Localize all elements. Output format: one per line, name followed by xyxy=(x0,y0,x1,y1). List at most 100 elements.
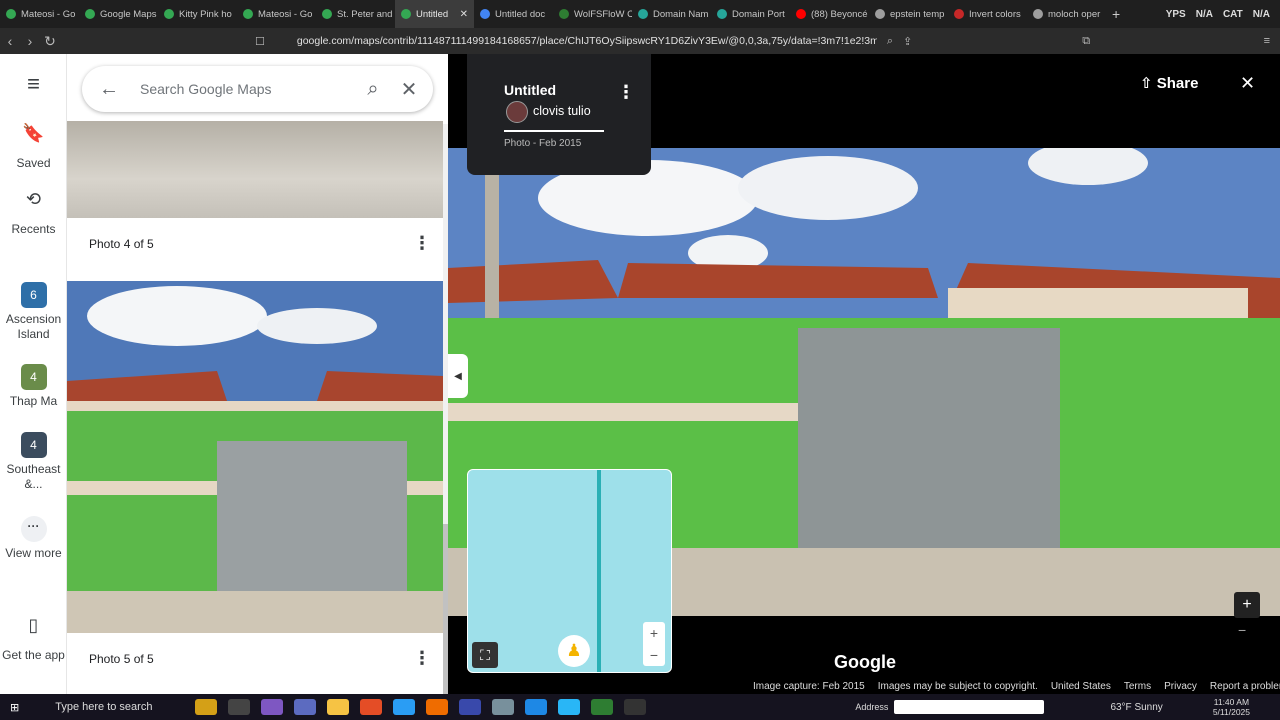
new-tab-icon[interactable]: + xyxy=(1112,6,1132,22)
back-arrow-icon[interactable]: ← xyxy=(96,78,122,101)
rail-get-app[interactable]: ▯ Get the app xyxy=(0,616,67,663)
photo-info-card: Untitled ⋮ clovis tulio Photo - Feb 2015 xyxy=(467,54,651,175)
footer-privacy[interactable]: Privacy xyxy=(1164,681,1197,692)
address-input[interactable] xyxy=(894,700,1045,714)
forward-icon[interactable]: › xyxy=(20,33,40,49)
avatar[interactable] xyxy=(506,101,528,123)
url-field[interactable]: google.com/maps/contrib/1114871114991841… xyxy=(297,35,877,47)
favicon-icon xyxy=(954,9,964,19)
divider xyxy=(504,130,604,132)
task-view-icon[interactable] xyxy=(228,699,251,715)
favicon-icon xyxy=(322,9,332,19)
tab-label: WolFSFloW C xyxy=(574,8,632,20)
search-input[interactable]: Search Google Maps xyxy=(140,81,330,97)
menu-icon[interactable]: ≡ xyxy=(0,73,67,95)
more-options-icon[interactable]: ⋮ xyxy=(617,82,635,103)
address-toolbar: Address xyxy=(855,700,1045,714)
more-options-icon[interactable]: ⋮ xyxy=(413,648,431,669)
more-options-icon[interactable]: ⋮ xyxy=(413,233,431,254)
nav-rail: ≡ 🔖 Saved ⟲ Recents 6 Ascension Island 4 Tha… xyxy=(0,54,67,694)
collapse-panel-button[interactable]: ◀ xyxy=(448,354,468,398)
mini-map[interactable]: ⛶ ♟ + − xyxy=(467,469,672,673)
footer-terms[interactable]: Terms xyxy=(1124,681,1151,692)
app-icon[interactable] xyxy=(261,699,284,715)
footer-country[interactable]: United States xyxy=(1051,681,1111,692)
app-icon[interactable] xyxy=(624,699,647,715)
app-icon[interactable] xyxy=(591,699,614,715)
favicon-icon xyxy=(401,9,411,19)
search-icon[interactable]: ⌕ xyxy=(360,78,386,101)
taskbar-search[interactable]: Type here to search xyxy=(55,701,195,713)
extensions-icon[interactable]: ⧉ xyxy=(1082,35,1090,48)
browser-tab[interactable]: moloch oper xyxy=(1027,0,1106,28)
extension-badge[interactable]: N/A xyxy=(1196,9,1213,20)
share-button[interactable]: ⇧ Share xyxy=(1140,74,1198,92)
app-icon[interactable] xyxy=(294,699,317,715)
extension-badge[interactable]: YPS xyxy=(1166,9,1186,20)
tab-label: Untitled xyxy=(416,8,449,20)
share-icon[interactable]: ⇪ xyxy=(903,35,912,48)
app-icon[interactable] xyxy=(459,699,482,715)
browser-tab[interactable]: Untitled doc xyxy=(474,0,553,28)
app-icon[interactable] xyxy=(426,699,449,715)
browser-tab[interactable]: St. Peter and xyxy=(316,0,395,28)
app-icon[interactable] xyxy=(195,699,218,715)
browser-tab[interactable]: Google Maps xyxy=(79,0,158,28)
bookmark-icon[interactable]: ☐ xyxy=(255,35,265,48)
zoom-icon[interactable]: ⌕ xyxy=(887,35,893,48)
telegram-icon[interactable] xyxy=(558,699,581,715)
browser-tab[interactable]: Untitled ✕ xyxy=(395,0,474,28)
list-thumbnail: 4 xyxy=(20,432,47,458)
browser-tab[interactable]: Kitty Pink ho xyxy=(158,0,237,28)
favicon-icon xyxy=(1033,9,1043,19)
fullscreen-icon[interactable]: ⛶ xyxy=(472,642,498,668)
app-icon[interactable] xyxy=(492,699,515,715)
browser-tab[interactable]: Invert colors xyxy=(948,0,1027,28)
file-explorer-icon[interactable] xyxy=(327,699,350,715)
address-label: Address xyxy=(855,702,889,712)
rail-ascension-island[interactable]: 6 Ascension Island xyxy=(0,282,67,342)
close-icon[interactable]: ✕ xyxy=(1240,73,1255,94)
app-icon[interactable] xyxy=(525,699,548,715)
weather-widget[interactable]: 63°F Sunny xyxy=(1110,702,1162,713)
extension-badge[interactable]: N/A xyxy=(1253,9,1270,20)
menu-icon[interactable]: ≡ xyxy=(1264,35,1270,47)
windows-icon[interactable]: ⊞ xyxy=(10,701,19,714)
road-line xyxy=(597,470,601,672)
zoom-control[interactable]: + − xyxy=(643,622,665,666)
browser-tab[interactable]: Mateosi - Go xyxy=(0,0,79,28)
close-icon[interactable]: ✕ xyxy=(396,77,422,102)
favicon-icon xyxy=(164,9,174,19)
photo-thumbnail[interactable] xyxy=(67,121,443,218)
browser-tab[interactable]: WolFSFloW C xyxy=(553,0,632,28)
tab-label: Untitled doc xyxy=(495,8,546,20)
rail-recents[interactable]: ⟲ Recents xyxy=(0,190,67,237)
contributor-name[interactable]: clovis tulio xyxy=(533,104,591,118)
browser-tab[interactable]: Domain Nam xyxy=(632,0,711,28)
favicon-icon xyxy=(717,9,727,19)
footer-copyright: Images may be subject to copyright. xyxy=(877,681,1038,692)
reload-icon[interactable]: ↻ xyxy=(40,33,60,50)
browser-tab[interactable]: epstein temp xyxy=(869,0,948,28)
back-icon[interactable]: ‹ xyxy=(0,33,20,49)
rail-view-more[interactable]: ··· View more xyxy=(0,516,67,561)
pegman-icon[interactable]: ♟ xyxy=(558,635,590,667)
rail-thap-ma[interactable]: 4 Thap Ma xyxy=(0,364,67,409)
brave-icon[interactable] xyxy=(360,699,383,715)
rail-southeast[interactable]: 4 Southeast &... xyxy=(0,432,67,492)
extension-badge[interactable]: CAT xyxy=(1223,9,1243,20)
app-icon[interactable] xyxy=(393,699,416,715)
clock[interactable]: 11:40 AM 5/11/2025 xyxy=(1213,697,1250,717)
favicon-icon xyxy=(796,9,806,19)
close-tab-icon[interactable]: ✕ xyxy=(460,9,468,20)
tab-strip: Mateosi - Go Google Maps Kitty Pink ho Mate… xyxy=(0,0,1280,28)
rail-saved[interactable]: 🔖 Saved xyxy=(0,124,67,171)
more-icon: ··· xyxy=(20,516,47,542)
footer-report[interactable]: Report a problem xyxy=(1210,681,1280,692)
zoom-in-button[interactable]: + xyxy=(1234,592,1260,618)
zoom-out-button[interactable]: − xyxy=(1238,622,1246,638)
photo-thumbnail[interactable] xyxy=(67,281,443,633)
browser-tab[interactable]: Mateosi - Go xyxy=(237,0,316,28)
browser-tab[interactable]: Domain Port xyxy=(711,0,790,28)
browser-tab[interactable]: (88) Beyoncé xyxy=(790,0,869,28)
